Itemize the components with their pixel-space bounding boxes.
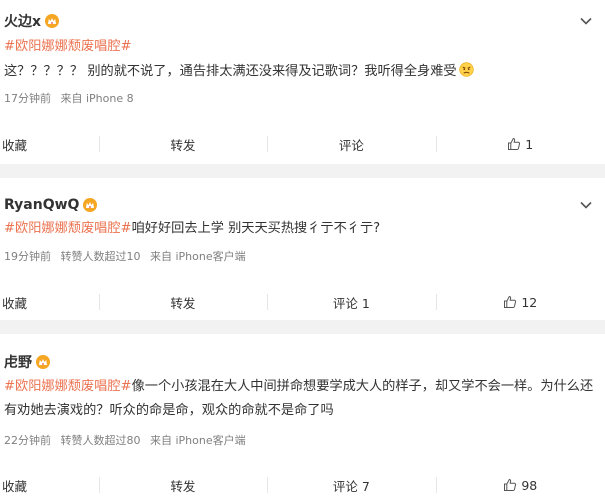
username[interactable]: RyanQwQ: [4, 197, 79, 213]
username[interactable]: 虍野: [4, 352, 32, 372]
vip-crown-icon: [36, 355, 50, 369]
favorite-label: 收藏: [2, 295, 28, 311]
comment-label: 评论 7: [332, 478, 370, 494]
comment-button[interactable]: 评论: [267, 126, 435, 162]
comment-label: 评论 1: [332, 295, 370, 311]
repost-label: 转发: [170, 295, 196, 311]
post-separator: [0, 320, 605, 334]
post-header: RyanQwQ: [4, 195, 98, 215]
comment-label: 评论: [338, 137, 364, 153]
post-source: 来自 iPhone客户端: [150, 250, 246, 263]
like-button[interactable]: 1: [435, 126, 605, 162]
post-text: #欧阳娜娜颓废唱腔#咱好好回去上学 别天天买热搜彳亍不彳亍?: [4, 217, 597, 241]
action-bar: 收藏 转发 评论 7 98: [0, 467, 605, 503]
post-content: #欧阳娜娜颓废唱腔#: [4, 35, 597, 59]
post-meta: 22分钟前 转赞人数超过80 来自 iPhone客户端: [4, 432, 246, 448]
like-button[interactable]: 12: [435, 284, 605, 320]
thumbs-up-icon: [504, 478, 517, 491]
repost-button[interactable]: 转发: [98, 126, 267, 162]
post-time[interactable]: 22分钟前: [4, 434, 51, 447]
like-button[interactable]: 98: [435, 467, 605, 503]
post-card: 火边x #欧阳娜娜颓废唱腔# 这？？？？？ 别的就不说了，通告排太满还没来得及记…: [0, 0, 605, 164]
like-count: 12: [521, 294, 538, 310]
post-time[interactable]: 17分钟前: [4, 92, 51, 105]
vip-crown-icon: [45, 14, 60, 28]
vip-crown-icon: [83, 198, 98, 212]
repost-button[interactable]: 转发: [98, 467, 267, 503]
thumbs-up-icon: [504, 295, 517, 308]
like-count: 98: [521, 477, 538, 493]
angry-face-emoji-icon: [458, 62, 474, 77]
topic-tag[interactable]: #欧阳娜娜颓废唱腔#: [4, 221, 132, 236]
action-bar: 收藏 转发 评论 1: [0, 126, 605, 162]
comment-button[interactable]: 评论 1: [267, 284, 435, 320]
post-card: RyanQwQ #欧阳娜娜颓废唱腔#咱好好回去上学 别天天买热搜彳亍不彳亍? 1…: [0, 178, 605, 320]
chevron-down-icon[interactable]: [579, 14, 593, 28]
post-card: 虍野 #欧阳娜娜颓废唱腔#像一个小孩混在大人中间拼命想要学成大人的样子，却又学不…: [0, 334, 605, 501]
favorite-button[interactable]: 收藏: [0, 467, 99, 503]
repost-label: 转发: [170, 478, 196, 494]
post-repost-count: 转赞人数超过10: [60, 250, 141, 263]
thumbs-up-icon: [508, 137, 521, 150]
post-text-body: 这？？？？？ 别的就不说了，通告排太满还没来得及记歌词？我听得全身难受: [4, 64, 457, 79]
post-header: 虍野: [4, 352, 50, 372]
post-separator: [0, 164, 605, 178]
post-meta: 19分钟前 转赞人数超过10 来自 iPhone客户端: [4, 248, 246, 264]
topic-tag[interactable]: #欧阳娜娜颓废唱腔#: [4, 379, 132, 394]
post-text-body: 咱好好回去上学 别天天买热搜彳亍不彳亍?: [131, 221, 381, 236]
post-meta: 17分钟前 来自 iPhone 8: [4, 90, 134, 106]
topic-tag[interactable]: #欧阳娜娜颓废唱腔#: [4, 39, 132, 54]
post-time[interactable]: 19分钟前: [4, 250, 51, 263]
action-bar: 收藏 转发 评论 1 12: [0, 284, 605, 320]
favorite-label: 收藏: [2, 478, 28, 494]
post-header: 火边x: [4, 11, 60, 31]
comment-button[interactable]: 评论 7: [267, 467, 435, 503]
post-text: #欧阳娜娜颓废唱腔#像一个小孩混在大人中间拼命想要学成大人的样子，却又学不会一样…: [4, 375, 597, 423]
favorite-label: 收藏: [2, 137, 28, 153]
post-repost-count: 转赞人数超过80: [60, 434, 141, 447]
favorite-button[interactable]: 收藏: [0, 284, 99, 320]
favorite-button[interactable]: 收藏: [0, 126, 99, 162]
post-text: 这？？？？？ 别的就不说了，通告排太满还没来得及记歌词？我听得全身难受: [4, 60, 597, 84]
username[interactable]: 火边x: [4, 11, 41, 31]
repost-button[interactable]: 转发: [98, 284, 267, 320]
post-source: 来自 iPhone 8: [60, 92, 134, 105]
like-count: 1: [525, 136, 534, 152]
post-source: 来自 iPhone客户端: [150, 434, 246, 447]
chevron-down-icon[interactable]: [579, 198, 593, 212]
repost-label: 转发: [170, 137, 196, 153]
